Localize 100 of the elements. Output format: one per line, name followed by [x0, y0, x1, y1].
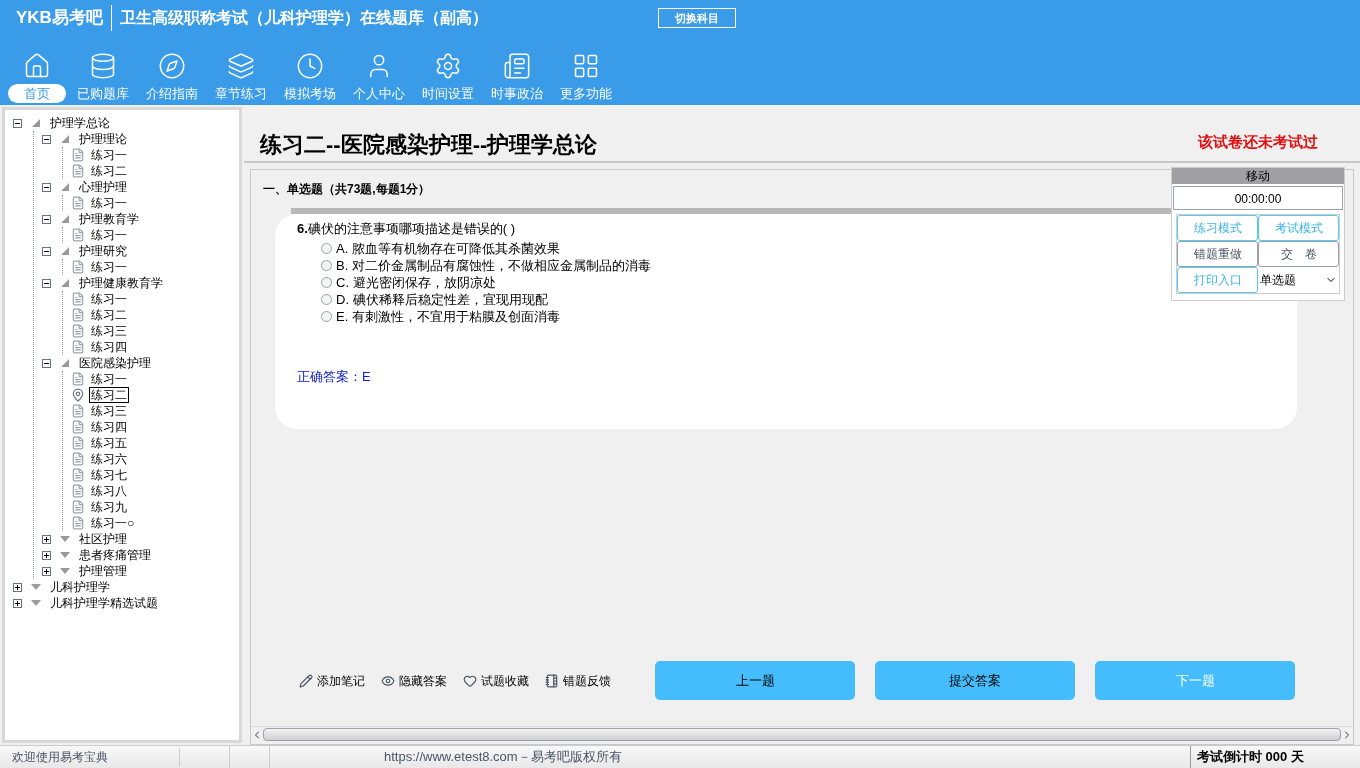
radio-button[interactable]	[321, 277, 332, 288]
scroll-thumb[interactable]	[263, 728, 1341, 741]
tree-item[interactable]: 练习五	[89, 435, 129, 451]
document-icon	[71, 260, 85, 274]
tree-item[interactable]: 练习二	[89, 307, 129, 323]
panel-button[interactable]: 错题重做	[1177, 241, 1258, 267]
option-text[interactable]: A. 脓血等有机物存在可降低其杀菌效果	[336, 240, 560, 257]
document-icon	[71, 484, 85, 498]
tree-item[interactable]: 练习一	[89, 291, 129, 307]
triangle-icon	[59, 134, 71, 144]
radio-button[interactable]	[321, 243, 332, 254]
tree-item[interactable]: 练习一	[89, 227, 129, 243]
tree-item[interactable]: 练习二	[89, 387, 129, 403]
layers-icon	[227, 52, 255, 80]
document-icon	[71, 436, 85, 450]
radio-button[interactable]	[321, 311, 332, 322]
collapse-icon[interactable]	[42, 358, 51, 368]
option-text[interactable]: D. 碘伏稀释后稳定性差，宜现用现配	[336, 291, 548, 308]
option-text[interactable]: B. 对二价金属制品有腐蚀性，不做相应金属制品的消毒	[336, 257, 651, 274]
collapse-icon[interactable]	[42, 214, 51, 224]
collapse-icon[interactable]	[42, 278, 51, 288]
tree-node[interactable]: 儿科护理学	[50, 580, 110, 594]
document-icon	[71, 420, 85, 434]
tree-node[interactable]: 护理教育学	[79, 212, 139, 226]
tree-node[interactable]: 心理护理	[79, 180, 127, 194]
pencil-icon	[299, 673, 313, 688]
triangle-icon	[59, 566, 71, 576]
document-icon	[71, 196, 85, 210]
tree-node[interactable]: 护理学总论	[50, 116, 110, 130]
tree-item[interactable]: 练习二	[89, 163, 129, 179]
tree-item[interactable]: 练习四	[89, 339, 129, 355]
drag-bar[interactable]: 移动	[1172, 168, 1344, 184]
tree-item[interactable]: 练习一	[89, 147, 129, 163]
database-icon	[89, 52, 117, 80]
expand-icon[interactable]	[42, 566, 51, 576]
exam-status: 该试卷还未考试过	[1198, 131, 1318, 152]
notebook-icon	[545, 673, 559, 688]
option-text[interactable]: E. 有刺激性，不宜用于粘膜及创面消毒	[336, 308, 560, 325]
tree-item[interactable]: 练习九	[89, 499, 129, 515]
triangle-icon	[59, 182, 71, 192]
document-icon	[71, 292, 85, 306]
home-icon	[23, 52, 51, 80]
option-text[interactable]: C. 避光密闭保存，放阴凉处	[336, 274, 496, 291]
tool-link[interactable]: 添加笔记	[299, 671, 365, 690]
tree-item[interactable]: 练习八	[89, 483, 129, 499]
expand-icon[interactable]	[42, 534, 51, 544]
expand-icon[interactable]	[42, 550, 51, 560]
tree-item[interactable]: 练习四	[89, 419, 129, 435]
expand-icon[interactable]	[13, 582, 22, 592]
app-title: 卫生高级职称考试（儿科护理学）在线题库（副高）	[119, 8, 488, 28]
action-button[interactable]: 上一题	[655, 661, 855, 700]
tree-node[interactable]: 护理理论	[79, 132, 127, 146]
document-icon	[71, 164, 85, 178]
panel-button[interactable]: 交 卷	[1258, 241, 1339, 267]
document-icon	[71, 148, 85, 162]
tree-node[interactable]: 儿科护理学精选试题	[50, 596, 158, 610]
horizontal-scrollbar[interactable]	[251, 726, 1353, 742]
triangle-icon	[59, 246, 71, 256]
document-icon	[71, 308, 85, 322]
welcome-text: 欢迎使用易考宝典	[0, 748, 180, 766]
triangle-icon	[30, 598, 42, 608]
settings-icon	[434, 52, 462, 80]
triangle-icon	[59, 534, 71, 544]
tree-node[interactable]: 护理研究	[79, 244, 127, 258]
triangle-icon	[30, 118, 42, 128]
tree-item[interactable]: 练习三	[89, 403, 129, 419]
tool-link[interactable]: 错题反馈	[545, 671, 611, 690]
radio-button[interactable]	[321, 260, 332, 271]
radio-button[interactable]	[321, 294, 332, 305]
tree-node[interactable]: 社区护理	[79, 532, 127, 546]
tree-item[interactable]: 练习六	[89, 451, 129, 467]
document-icon	[71, 372, 85, 386]
document-icon	[71, 500, 85, 514]
collapse-icon[interactable]	[13, 118, 22, 128]
tool-link[interactable]: 隐藏答案	[381, 671, 447, 690]
tree-item[interactable]: 练习一	[89, 195, 129, 211]
countdown-text: 考试倒计时 000 天	[1190, 746, 1360, 768]
tree-node[interactable]: 医院感染护理	[79, 356, 151, 370]
tool-link[interactable]: 试题收藏	[463, 671, 529, 690]
question-type-select[interactable]: 单选题	[1258, 267, 1339, 293]
tree-item[interactable]: 练习一	[89, 371, 129, 387]
action-button[interactable]: 提交答案	[875, 661, 1075, 700]
tree-item[interactable]: 练习七	[89, 467, 129, 483]
tree-node[interactable]: 患者疼痛管理	[79, 548, 151, 562]
tree-node[interactable]: 护理管理	[79, 564, 127, 578]
tree-item[interactable]: 练习一○	[89, 515, 137, 531]
tree-node[interactable]: 护理健康教育学	[79, 276, 163, 290]
collapse-icon[interactable]	[42, 134, 51, 144]
expand-icon[interactable]	[13, 598, 22, 608]
tree-item[interactable]: 练习一	[89, 259, 129, 275]
document-icon	[71, 452, 85, 466]
correct-answer: 正确答案：E	[297, 368, 372, 386]
copyright-text: https://www.etest8.com－易考吧版权所有	[384, 748, 622, 767]
tree-item[interactable]: 练习三	[89, 323, 129, 339]
triangle-icon	[59, 358, 71, 368]
collapse-icon[interactable]	[42, 182, 51, 192]
triangle-icon	[30, 582, 42, 592]
grid-icon	[572, 52, 600, 80]
collapse-icon[interactable]	[42, 246, 51, 256]
heart-icon	[463, 673, 477, 688]
